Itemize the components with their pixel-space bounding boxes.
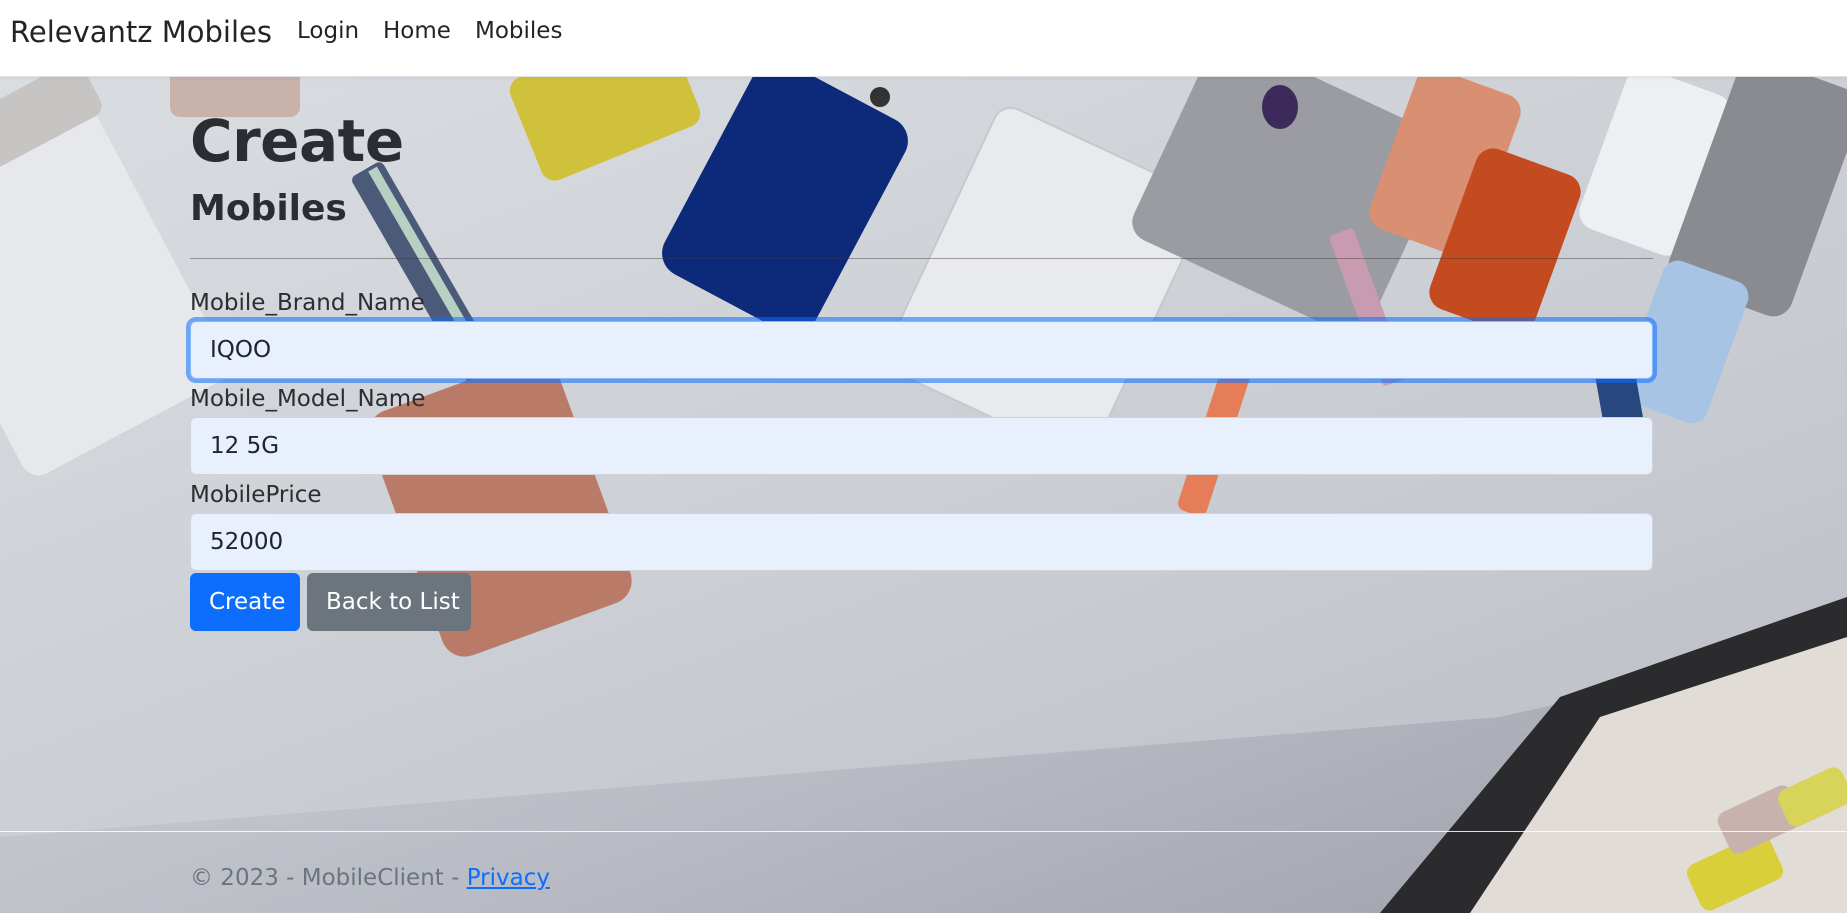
divider [190,258,1653,259]
back-to-list-button[interactable]: Back to List [307,573,471,631]
nav-link-home[interactable]: Home [383,18,451,44]
create-button[interactable]: Create [190,573,300,631]
footer: © 2023 - MobileClient - Privacy [190,865,550,891]
page-subtitle: Mobiles [190,188,347,229]
footer-copyright: © 2023 - MobileClient - [190,865,467,891]
privacy-link[interactable]: Privacy [467,865,550,891]
price-label: MobilePrice [190,482,322,508]
brand-name-input[interactable] [190,321,1653,379]
nav-link-login[interactable]: Login [297,18,359,44]
footer-divider [0,831,1847,832]
brand-name-label: Mobile_Brand_Name [190,290,425,316]
brand-link[interactable]: Relevantz Mobiles [10,15,272,49]
navbar: Relevantz Mobiles Login Home Mobiles [0,0,1847,77]
nav-link-mobiles[interactable]: Mobiles [475,18,562,44]
page-title: Create [190,107,404,175]
model-name-label: Mobile_Model_Name [190,386,426,412]
price-input[interactable] [190,513,1653,571]
model-name-input[interactable] [190,417,1653,475]
